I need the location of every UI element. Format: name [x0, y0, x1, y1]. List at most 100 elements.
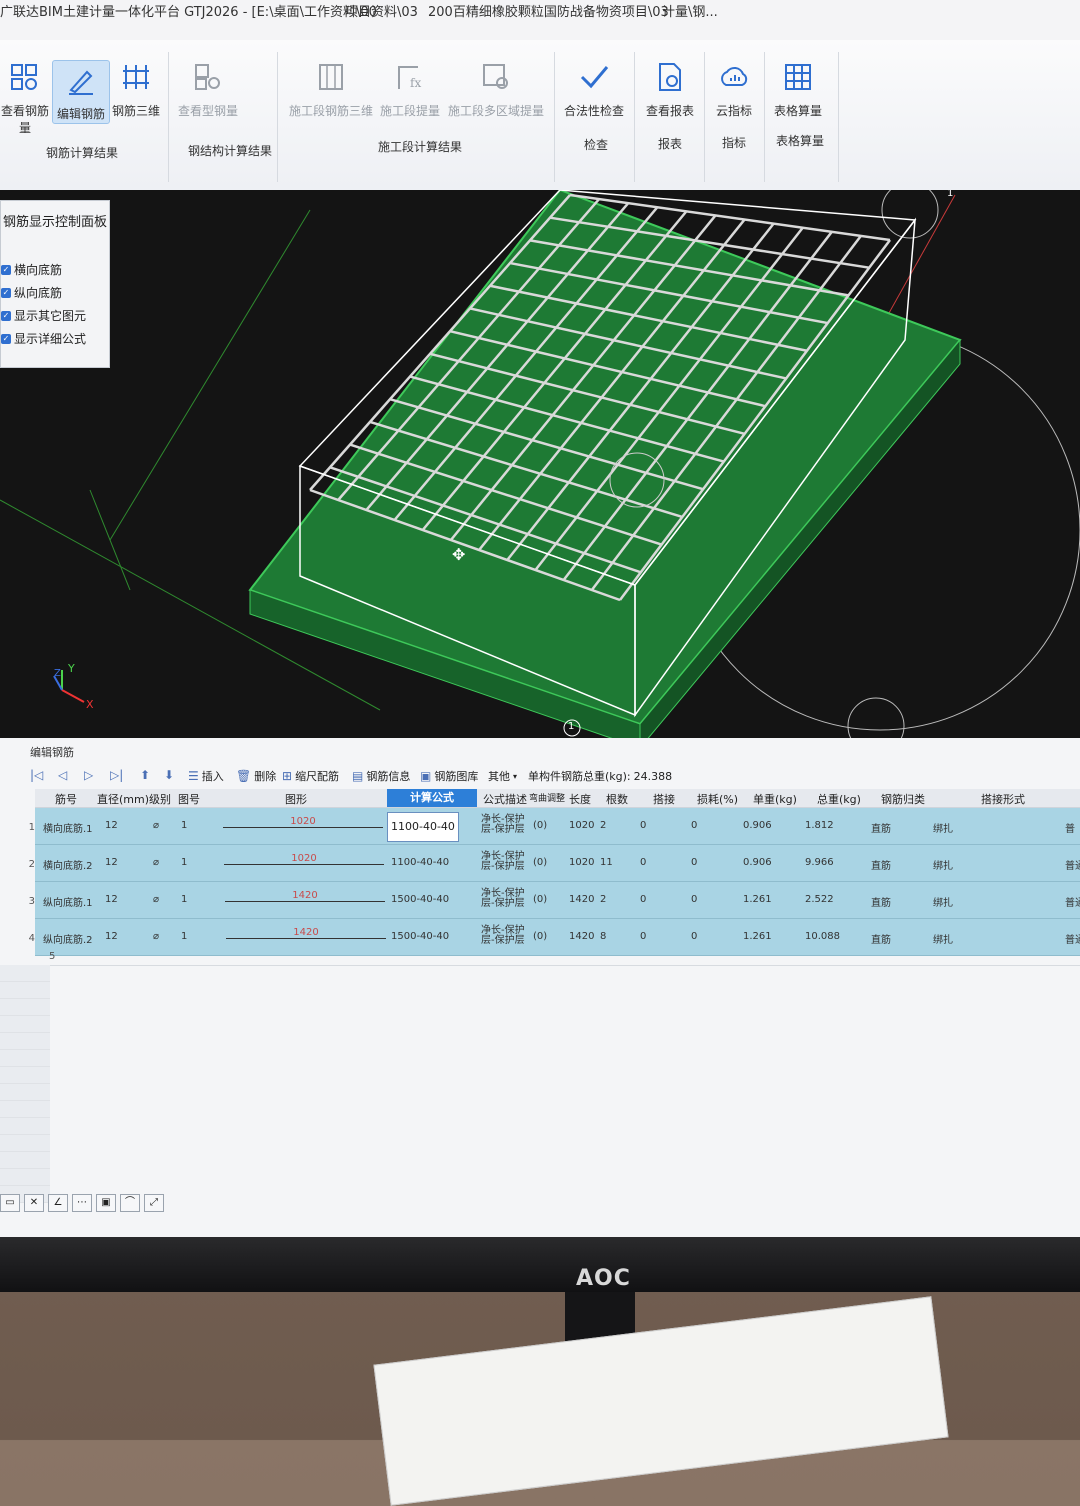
group-segment-results: 施工段计算结果 — [378, 140, 463, 154]
table-row[interactable]: 横向底筋.1 12 ⌀ 1 1020 2 0 0 0.906 1.812 直筋 绑扎 普 (0) 1020 1… — [35, 808, 1080, 845]
bottom-toolbar: ▭ ✕ ∠ ⋯ ▣ ⌒ ⤢ — [0, 1194, 164, 1214]
table-row[interactable]: 纵向底筋.1 12 ⌀ 1 1420 2 0 0 1.261 2.522 直筋 绑扎 普通 (0) 1420… — [35, 882, 1080, 919]
rebar-info-button[interactable]: ▤ 钢筋信息 — [352, 768, 410, 784]
multi-area-qty-button[interactable]: 施工段多区域提量 — [446, 58, 546, 119]
cross-tool-icon[interactable]: ✕ — [24, 1194, 44, 1212]
move-down-icon: ⬇ — [164, 768, 175, 782]
last-icon: ▷| — [110, 768, 124, 782]
rebar-3d-button[interactable]: 钢筋三维 — [110, 58, 162, 119]
row-formula-desc: 净长-保护层-保护层 — [481, 851, 525, 872]
row-category: 直筋 — [871, 824, 891, 835]
axis-x-label: X — [86, 698, 94, 711]
edit-rebar-button[interactable]: 编辑钢筋 — [52, 60, 110, 124]
table-row[interactable]: 横向底筋.2 12 ⌀ 1 1020 11 0 0 0.906 9.966 直筋 绑扎 普通 (0) 102… — [35, 845, 1080, 882]
row-lap-type: 绑扎 — [933, 935, 953, 946]
expand-tool-icon[interactable]: ⤢ — [144, 1194, 164, 1212]
checkbox-icon[interactable]: ✓ — [1, 264, 11, 275]
angle-tool-icon[interactable]: ∠ — [48, 1194, 68, 1212]
toggle-label: 显示其它图元 — [14, 309, 87, 323]
validity-check-label: 合法性检查 — [563, 104, 624, 118]
monitor-bezel — [0, 1237, 1080, 1292]
row-number: 3 — [28, 896, 35, 907]
row-unit-weight: 0.906 — [743, 857, 772, 868]
row-formula[interactable]: 1500-40-40 — [391, 894, 449, 905]
capture-tool-icon[interactable]: ▣ — [96, 1194, 116, 1212]
col-header: 公式描述 — [483, 793, 527, 806]
other-menu-button[interactable]: 其他 ▾ — [488, 768, 517, 784]
table-row-empty[interactable]: 5 — [35, 949, 1080, 966]
move-down-button[interactable]: ⬇ — [164, 768, 174, 782]
row-shape[interactable]: 1420 — [226, 927, 386, 939]
col-header-selected[interactable]: 计算公式 — [387, 789, 477, 807]
toggle-show-detailed-formula[interactable]: ✓ 显示详细公式 — [1, 330, 86, 347]
view-steel-qty-button[interactable]: 查看型钢量 — [176, 58, 240, 119]
scale-label: 缩尺配筋 — [295, 770, 340, 783]
group-steel-results: 钢结构计算结果 — [188, 144, 273, 158]
col-header: 总重(kg) — [817, 793, 861, 806]
row-shape[interactable]: 1020 — [223, 816, 383, 828]
col-header: 根数 — [606, 793, 628, 806]
first-record-button[interactable]: |◁ — [30, 768, 43, 782]
checkbox-icon[interactable]: ✓ — [1, 287, 11, 298]
line-tool-icon[interactable]: ⋯ — [72, 1194, 92, 1212]
row-loss: 0 — [691, 894, 698, 905]
validity-check-button[interactable]: 合法性检查 — [560, 58, 628, 119]
col-header: 弯曲调整 — [529, 794, 566, 804]
rebar-3d-icon — [116, 58, 156, 96]
table-header: 筋号 直径(mm) 级别 图号 图形 计算公式 公式描述 弯曲调整 长度 根数 … — [35, 789, 1080, 808]
row-grade: ⌀ — [153, 820, 160, 831]
delete-button[interactable]: 🗑 删除 — [236, 768, 276, 784]
control-panel-title: 钢筋显示控制面板 — [3, 215, 108, 230]
row-length: 1020 — [569, 820, 595, 831]
last-record-button[interactable]: ▷| — [110, 768, 123, 782]
title-bar: 广联达BIM土建计量一体化平台 GTJ2026 - [E:\桌面\工作资料\00… — [0, 0, 1080, 40]
table-calc-button[interactable]: 表格算量 — [768, 58, 828, 119]
checkbox-icon[interactable]: ✓ — [1, 333, 11, 344]
row-extra: 普通 — [1065, 898, 1080, 909]
report-icon — [650, 58, 690, 96]
scale-rebar-button[interactable]: ⊞ 缩尺配筋 — [282, 768, 339, 784]
monitor-brand-logo: AOC — [576, 1266, 631, 1291]
other-label: 其他 — [488, 770, 510, 783]
total-weight: 单构件钢筋总重(kg): 24.388 — [528, 768, 672, 784]
view-rebar-qty-button[interactable]: 查看钢筋量 — [0, 58, 50, 136]
first-icon: |◁ — [30, 768, 44, 782]
row-bend: (0) — [533, 931, 548, 942]
row-grade: ⌀ — [153, 931, 160, 942]
rebar-3d-scene: ✥ — [0, 190, 1080, 738]
move-up-button[interactable]: ⬆ — [140, 768, 150, 782]
row-extra: 普 — [1065, 824, 1075, 835]
rebar-library-button[interactable]: ▣ 钢筋图库 — [420, 768, 478, 784]
checkbox-icon[interactable]: ✓ — [1, 310, 11, 321]
row-count: 8 — [600, 931, 607, 942]
prev-record-button[interactable]: ◁ — [58, 768, 67, 782]
toggle-show-other-elements[interactable]: ✓ 显示其它图元 — [1, 307, 86, 324]
row-unit-weight: 1.261 — [743, 931, 772, 942]
steel-qty-icon — [188, 58, 228, 96]
paper-sheet — [373, 1296, 949, 1506]
3d-viewport[interactable]: ✥ 1 1 X Y Z — [0, 190, 1080, 738]
view-report-button[interactable]: 查看报表 — [640, 58, 700, 119]
insert-label: 插入 — [201, 770, 224, 783]
select-tool-icon[interactable]: ▭ — [0, 1194, 20, 1212]
toggle-vertical-bottom-bar[interactable]: ✓ 纵向底筋 — [1, 284, 62, 301]
row-formula[interactable]: 1100-40-40 — [391, 857, 449, 868]
row-formula[interactable]: 1500-40-40 — [391, 931, 449, 942]
toggle-horizontal-bottom-bar[interactable]: ✓ 横向底筋 — [1, 261, 62, 278]
row-number: 4 — [28, 933, 35, 944]
multi-area-icon — [476, 58, 516, 96]
row-shape[interactable]: 1020 — [224, 853, 384, 865]
segment-3d-button[interactable]: 施工段钢筋三维 — [286, 58, 376, 119]
cloud-index-button[interactable]: 云指标 — [708, 58, 760, 119]
arc-tool-icon[interactable]: ⌒ — [120, 1194, 140, 1212]
ribbon: 查看钢筋量 编辑钢筋 钢筋三维 查看型钢量 施工段钢筋三维 fx 施工段提量 施… — [0, 40, 1080, 191]
row-length: 1420 — [569, 894, 595, 905]
screen: 广联达BIM土建计量一体化平台 GTJ2026 - [E:\桌面\工作资料\00… — [0, 0, 1080, 1245]
row-shape[interactable]: 1420 — [225, 890, 385, 902]
row-figure-no: 1 — [181, 820, 188, 831]
segment-qty-button[interactable]: fx 施工段提量 — [378, 58, 442, 119]
insert-button[interactable]: ☰ 插入 — [188, 768, 224, 784]
move-up-icon: ⬆ — [140, 768, 151, 782]
row-formula-input[interactable]: 1100-40-40 — [387, 812, 459, 842]
next-record-button[interactable]: ▷ — [84, 768, 93, 782]
